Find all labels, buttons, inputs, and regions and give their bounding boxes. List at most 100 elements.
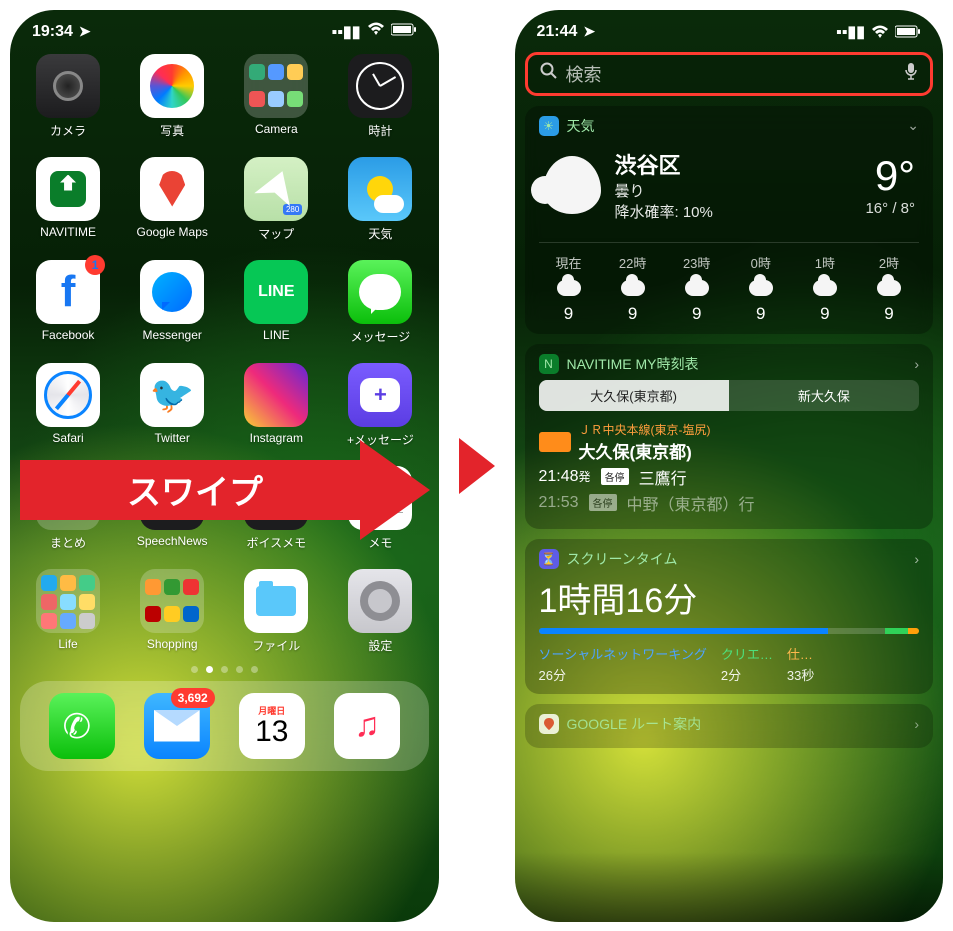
dock-music[interactable]: ♫ bbox=[334, 693, 400, 759]
tab-station-2[interactable]: 新大久保 bbox=[729, 380, 919, 411]
signal-icon: ▪▪▮▮ bbox=[332, 22, 361, 42]
status-bar: 21:44 ➤ ▪▪▮▮ bbox=[515, 10, 944, 46]
dock-calendar[interactable]: 月曜日 13 bbox=[239, 693, 305, 759]
app-instagram[interactable]: Instagram bbox=[228, 363, 324, 448]
dock-phone[interactable]: ✆ bbox=[49, 693, 115, 759]
instagram-icon bbox=[244, 363, 308, 427]
signal-icon: ▪▪▮▮ bbox=[836, 22, 865, 42]
chevron-right-icon[interactable]: › bbox=[914, 551, 919, 567]
weather-condition: 曇り bbox=[615, 180, 713, 201]
app-navitime[interactable]: NAVITIME bbox=[20, 157, 116, 242]
app-plus-message[interactable]: + +メッセージ bbox=[332, 363, 428, 448]
app-camera[interactable]: カメラ bbox=[20, 54, 116, 139]
cloud-icon bbox=[877, 280, 901, 296]
weather-widget[interactable]: ☀ 天気 ⌄ 渋谷区 曇り 降水確率: 10% 9° 16° / 8° 現在9 … bbox=[525, 106, 934, 334]
weather-range: 16° / 8° bbox=[865, 200, 915, 217]
app-line[interactable]: LINE LINE bbox=[228, 260, 324, 345]
weather-location: 渋谷区 bbox=[615, 148, 713, 180]
navitime-widget[interactable]: N NAVITIME MY時刻表 › 大久保(東京都) 新大久保 ＪＲ中央本線(… bbox=[525, 344, 934, 529]
hourglass-icon: ⏳ bbox=[539, 549, 559, 569]
search-bar[interactable]: 検索 bbox=[525, 52, 934, 96]
dock-mail[interactable]: 3,692 bbox=[144, 693, 210, 759]
chevron-down-icon[interactable]: ⌄ bbox=[907, 117, 919, 134]
weather-icon bbox=[348, 157, 412, 221]
screentime-bar bbox=[539, 628, 920, 634]
chevron-right-icon[interactable]: › bbox=[914, 356, 919, 372]
google-route-widget[interactable]: GOOGLE ルート案内 › bbox=[525, 704, 934, 748]
app-grid: カメラ 写真 Camera 時計 NAVITIME bbox=[20, 54, 429, 654]
music-icon: ♫ bbox=[354, 706, 380, 745]
train-station: 大久保(東京都) bbox=[579, 438, 711, 463]
messenger-icon bbox=[152, 272, 192, 312]
screentime-widget[interactable]: ⏳ スクリーンタイム › 1時間16分 ソーシャルネットワーキング 26分 クリ… bbox=[525, 539, 934, 694]
wifi-icon bbox=[871, 25, 889, 39]
app-messenger[interactable]: Messenger bbox=[124, 260, 220, 345]
mail-icon bbox=[154, 710, 200, 742]
app-safari[interactable]: Safari bbox=[20, 363, 116, 448]
hourly-forecast: 現在9 22時9 23時9 0時9 1時9 2時9 bbox=[539, 242, 920, 324]
folder-life[interactable]: Life bbox=[20, 569, 116, 654]
folder-icon bbox=[36, 569, 100, 633]
app-facebook[interactable]: f 1 Facebook bbox=[20, 260, 116, 345]
location-icon: ➤ bbox=[79, 23, 91, 40]
battery-icon bbox=[895, 25, 921, 38]
cloud-icon bbox=[813, 280, 837, 296]
app-messages[interactable]: メッセージ bbox=[332, 260, 428, 345]
folder-shopping[interactable]: Shopping bbox=[124, 569, 220, 654]
location-icon: ➤ bbox=[583, 23, 595, 40]
badge: 1 bbox=[85, 255, 105, 275]
status-bar: 19:34 ➤ ▪▪▮▮ bbox=[10, 10, 439, 46]
app-clock[interactable]: 時計 bbox=[332, 54, 428, 139]
app-settings[interactable]: 設定 bbox=[332, 569, 428, 654]
app-apple-maps[interactable]: マップ bbox=[228, 157, 324, 242]
widget-title: スクリーンタイム bbox=[567, 549, 678, 569]
app-photos[interactable]: 写真 bbox=[124, 54, 220, 139]
folder-camera[interactable]: Camera bbox=[228, 54, 324, 139]
maps-icon bbox=[244, 157, 308, 221]
status-time: 19:34 bbox=[32, 23, 73, 41]
cloud-icon bbox=[557, 280, 581, 296]
messages-icon bbox=[359, 274, 401, 310]
train-line: ＪＲ中央本線(東京-塩尻) bbox=[579, 421, 711, 438]
clock-icon bbox=[356, 62, 404, 110]
station-tabs[interactable]: 大久保(東京都) 新大久保 bbox=[539, 380, 920, 411]
facebook-icon: f 1 bbox=[36, 260, 100, 324]
widget-title: 天気 bbox=[567, 116, 595, 136]
app-google-maps[interactable]: Google Maps bbox=[124, 157, 220, 242]
search-placeholder: 検索 bbox=[566, 61, 897, 87]
swipe-annotation: スワイプ bbox=[20, 450, 439, 530]
app-twitter[interactable]: 🐦 Twitter bbox=[124, 363, 220, 448]
phone-home-screen: 19:34 ➤ ▪▪▮▮ カメラ 写真 bbox=[10, 10, 439, 922]
arrow-icon bbox=[459, 438, 495, 494]
safari-icon bbox=[44, 371, 92, 419]
app-files[interactable]: ファイル bbox=[228, 569, 324, 654]
battery-icon bbox=[391, 23, 417, 41]
camera-icon bbox=[53, 71, 83, 101]
weather-precip: 降水確率: 10% bbox=[615, 201, 713, 222]
badge: 3,692 bbox=[171, 688, 215, 708]
photos-icon bbox=[150, 64, 194, 108]
widget-title: GOOGLE ルート案内 bbox=[567, 714, 702, 734]
cloud-icon bbox=[749, 280, 773, 296]
plus-message-icon: + bbox=[360, 378, 400, 412]
weather-widget-icon: ☀ bbox=[539, 116, 559, 136]
microphone-icon[interactable] bbox=[904, 62, 918, 85]
folder-icon bbox=[140, 569, 204, 633]
cloud-icon bbox=[543, 156, 601, 214]
google-maps-icon bbox=[159, 171, 185, 207]
folder-files-icon bbox=[256, 586, 296, 616]
navitime-icon bbox=[50, 171, 86, 207]
weather-temp: 9° bbox=[865, 152, 915, 200]
train-icon bbox=[539, 432, 571, 452]
google-maps-widget-icon bbox=[539, 714, 559, 734]
dock: ✆ 3,692 月曜日 13 ♫ bbox=[20, 681, 429, 771]
twitter-icon: 🐦 bbox=[140, 363, 204, 427]
chevron-right-icon[interactable]: › bbox=[914, 716, 919, 732]
wifi-icon bbox=[367, 22, 385, 41]
widget-title: NAVITIME MY時刻表 bbox=[567, 354, 699, 374]
status-time: 21:44 bbox=[537, 23, 578, 41]
search-icon bbox=[540, 62, 558, 85]
app-weather[interactable]: 天気 bbox=[332, 157, 428, 242]
tab-station-1[interactable]: 大久保(東京都) bbox=[539, 380, 729, 411]
page-indicator[interactable] bbox=[20, 666, 429, 673]
